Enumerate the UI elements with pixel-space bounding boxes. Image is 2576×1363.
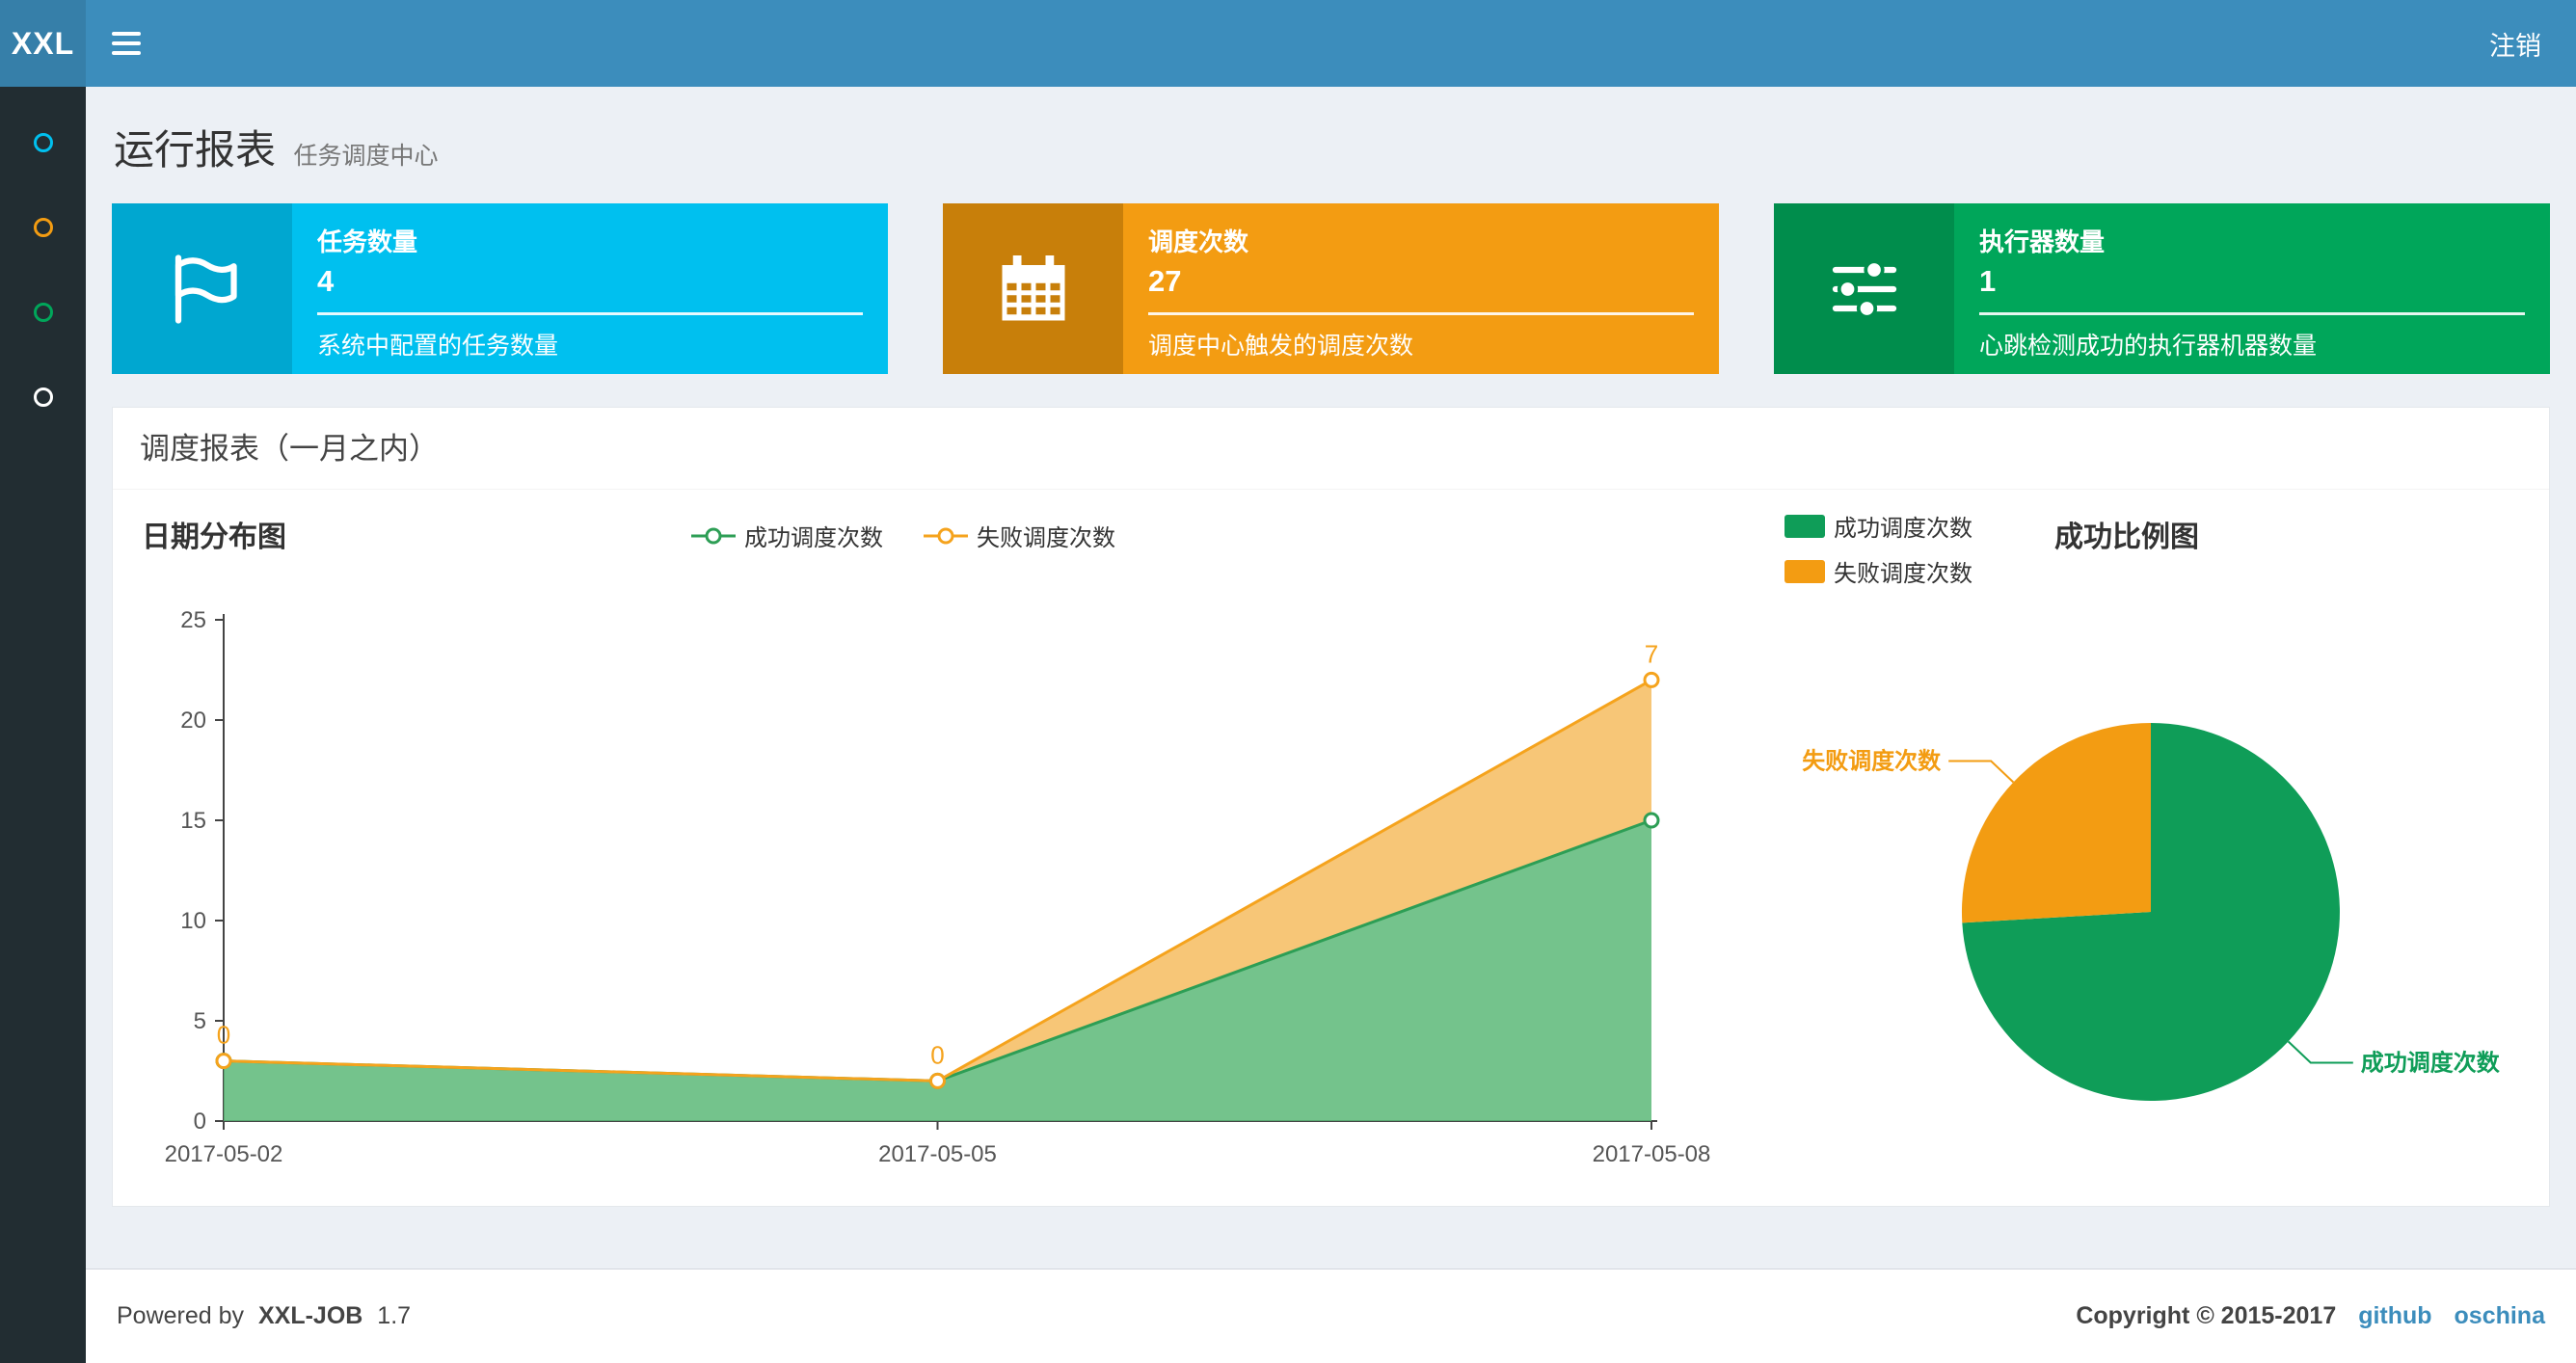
pie-chart-block: 成功调度次数 失败调度次数 成功比例图 成功调度次数 失败调度次数 <box>1765 490 2576 1206</box>
main-content: 运行报表 任务调度中心 任务数量 4 系统中配置的任务数量 调度次数 27 调度… <box>86 87 2576 1269</box>
legend-label: 成功调度次数 <box>1834 516 1972 542</box>
info-box-description: 心跳检测成功的执行器机器数量 <box>1979 333 2318 360</box>
product-version: 1.7 <box>377 1302 412 1329</box>
svg-text:20: 20 <box>180 708 206 734</box>
info-box-divider <box>1148 312 1694 315</box>
svg-text:0: 0 <box>194 1109 206 1135</box>
copyright-area: Copyright © 2015-2017 github oschina <box>2076 1302 2545 1330</box>
info-box-content: 任务数量 4 系统中配置的任务数量 <box>292 203 888 374</box>
sliders-icon <box>1774 203 1954 374</box>
info-box-label: 执行器数量 <box>1979 227 2106 256</box>
swatch-icon <box>1784 559 1825 583</box>
page-subtitle: 任务调度中心 <box>293 143 439 170</box>
svg-text:0: 0 <box>930 1040 944 1069</box>
info-box-row: 任务数量 4 系统中配置的任务数量 调度次数 27 调度中心触发的调度次数 执行… <box>112 203 2550 374</box>
info-box-content: 执行器数量 1 心跳检测成功的执行器机器数量 <box>1954 203 2550 374</box>
circle-icon <box>33 218 53 237</box>
info-box-description: 调度中心触发的调度次数 <box>1148 333 1414 360</box>
calendar-icon <box>943 203 1123 374</box>
svg-text:25: 25 <box>180 607 206 633</box>
info-box-divider <box>1979 312 2525 315</box>
top-navbar: XXL 注销 <box>0 0 2576 87</box>
product-name: XXL-JOB <box>257 1302 363 1329</box>
info-box-executors: 执行器数量 1 心跳检测成功的执行器机器数量 <box>1774 203 2550 374</box>
legend-item-fail[interactable]: 失败调度次数 <box>924 519 1115 552</box>
info-box-divider <box>317 312 863 315</box>
line-marker-icon <box>691 525 736 547</box>
page-footer: Powered by XXL-JOB 1.7 Copyright © 2015-… <box>86 1269 2576 1363</box>
legend-label: 失败调度次数 <box>977 525 1115 551</box>
svg-text:失败调度次数: 失败调度次数 <box>1802 748 1942 775</box>
info-box-value: 1 <box>1979 264 1997 298</box>
info-box-label: 调度次数 <box>1148 227 1249 256</box>
info-box-description: 系统中配置的任务数量 <box>317 333 559 360</box>
circle-icon <box>33 133 53 152</box>
pie-chart-legend: 成功调度次数 失败调度次数 <box>1784 509 1972 588</box>
legend-label: 成功调度次数 <box>744 525 883 551</box>
circle-icon <box>33 303 53 322</box>
svg-text:2017-05-05: 2017-05-05 <box>878 1141 997 1167</box>
app-logo[interactable]: XXL <box>0 0 86 87</box>
swatch-icon <box>1784 514 1825 538</box>
pie-chart-title: 成功比例图 <box>2054 521 2199 553</box>
svg-text:10: 10 <box>180 908 206 934</box>
info-box-value: 27 <box>1148 264 1182 298</box>
svg-text:2017-05-02: 2017-05-02 <box>165 1141 283 1167</box>
line-chart-legend: 成功调度次数 失败调度次数 <box>691 519 1115 552</box>
page-header: 运行报表 任务调度中心 <box>114 118 2550 176</box>
svg-text:7: 7 <box>1645 639 1658 668</box>
sidebar-item-3[interactable] <box>0 270 86 355</box>
info-box-label: 任务数量 <box>317 227 418 256</box>
hamburger-icon <box>112 51 141 55</box>
success-ratio-pie-chart[interactable]: 成功调度次数 失败调度次数 <box>1765 632 2576 1191</box>
line-chart-title: 日期分布图 <box>142 521 286 553</box>
line-marker-icon <box>924 525 968 547</box>
flag-icon <box>112 203 292 374</box>
copyright-text: Copyright © 2015-2017 <box>2076 1302 2337 1329</box>
page-title: 运行报表 <box>114 127 277 173</box>
svg-text:0: 0 <box>217 1021 230 1050</box>
info-box-jobs: 任务数量 4 系统中配置的任务数量 <box>112 203 888 374</box>
logout-link[interactable]: 注销 <box>2455 0 2576 87</box>
info-box-value: 4 <box>317 264 335 298</box>
svg-text:2017-05-08: 2017-05-08 <box>1593 1141 1711 1167</box>
svg-text:5: 5 <box>194 1008 206 1034</box>
legend-item-success[interactable]: 成功调度次数 <box>691 519 883 552</box>
legend-label: 失败调度次数 <box>1834 561 1972 587</box>
sidebar-item-4[interactable] <box>0 355 86 440</box>
hamburger-icon <box>112 32 141 36</box>
navbar-spacer <box>167 0 2455 87</box>
report-panel: 调度报表（一月之内） 日期分布图 成功调度次数 失败调度次数 0 5 10 15… <box>112 407 2550 1207</box>
info-box-triggers: 调度次数 27 调度中心触发的调度次数 <box>943 203 1719 374</box>
info-box-content: 调度次数 27 调度中心触发的调度次数 <box>1123 203 1719 374</box>
svg-text:成功调度次数: 成功调度次数 <box>2361 1050 2501 1077</box>
powered-by: Powered by XXL-JOB 1.7 <box>117 1302 411 1330</box>
sidebar-item-2[interactable] <box>0 185 86 270</box>
powered-prefix: Powered by <box>117 1302 245 1329</box>
oschina-link[interactable]: oschina <box>2455 1302 2545 1329</box>
github-link[interactable]: github <box>2358 1302 2431 1329</box>
legend-item-fail[interactable]: 失败调度次数 <box>1784 554 1972 588</box>
legend-item-success[interactable]: 成功调度次数 <box>1784 509 1972 543</box>
svg-text:15: 15 <box>180 808 206 834</box>
circle-icon <box>33 388 53 407</box>
sidebar-toggle-button[interactable] <box>86 0 167 87</box>
sidebar-item-1[interactable] <box>0 100 86 185</box>
panel-body: 日期分布图 成功调度次数 失败调度次数 0 5 10 15 20 25 2017… <box>113 490 2549 1206</box>
panel-title: 调度报表（一月之内） <box>113 408 2549 490</box>
date-distribution-chart[interactable]: 05101520252017-05-02 2017-05-05 2017-05-08… <box>142 572 1781 1198</box>
sidebar <box>0 87 86 1363</box>
hamburger-icon <box>112 41 141 45</box>
